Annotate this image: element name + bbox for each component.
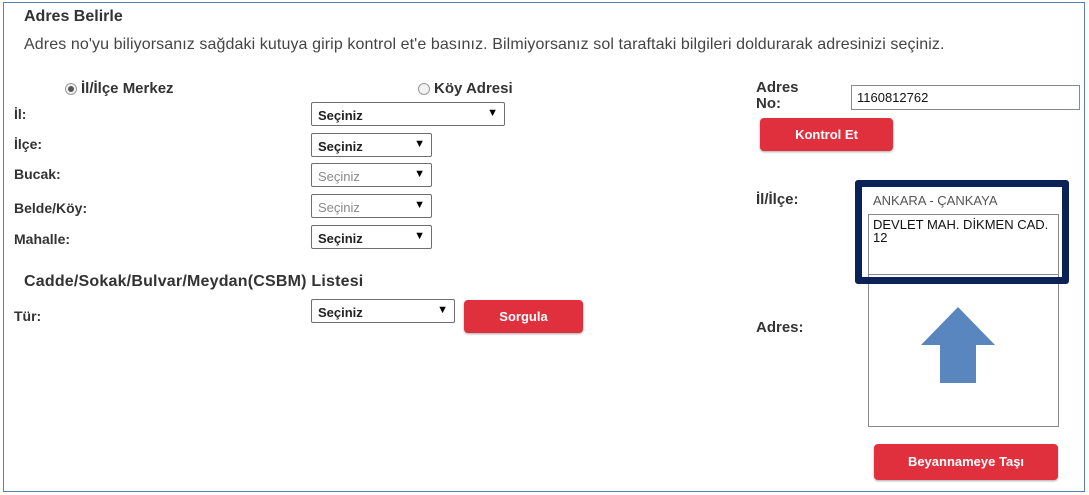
radio-unchecked-icon	[418, 82, 430, 95]
il-label: İl:	[14, 106, 27, 122]
sorgula-button[interactable]: Sorgula	[464, 300, 583, 333]
radio-il-ilce-merkez[interactable]: İl/İlçe Merkez	[65, 80, 174, 97]
section-title: Adres Belirle	[24, 8, 123, 25]
dropdown-arrow-icon: ▼	[437, 304, 448, 316]
beyannameye-tasi-button[interactable]: Beyannameye Taşı	[874, 444, 1058, 480]
adres-no-label: Adres No:	[756, 79, 799, 112]
up-arrow-icon	[921, 307, 995, 383]
il-select-value: Seçiniz	[318, 108, 363, 123]
dropdown-arrow-icon: ▼	[487, 107, 498, 119]
adres-result-value: DEVLET MAH. DİKMEN CAD. 12	[873, 217, 1049, 245]
ilce-label: İlçe:	[14, 136, 43, 152]
intro-text: Adres no'yu biliyorsanız sağdaki kutuya …	[24, 36, 945, 53]
csbm-heading: Cadde/Sokak/Bulvar/Meydan(CSBM) Listesi	[24, 273, 364, 290]
radio-checked-icon	[65, 82, 77, 95]
radio-koy-label: Köy Adresi	[434, 80, 513, 97]
dropdown-arrow-icon: ▼	[414, 199, 425, 211]
adres-no-input[interactable]: 1160812762	[851, 85, 1080, 110]
belde-select-value: Seçiniz	[318, 200, 360, 215]
tur-select[interactable]: Seçiniz ▼	[311, 299, 455, 323]
tur-select-value: Seçiniz	[318, 305, 363, 320]
mahalle-select[interactable]: Seçiniz ▼	[311, 225, 432, 249]
dropdown-arrow-icon: ▼	[414, 230, 425, 242]
ilce-select-value: Seçiniz	[318, 139, 363, 154]
bucak-select[interactable]: Seçiniz ▼	[311, 163, 432, 187]
tur-label: Tür:	[14, 308, 42, 324]
dropdown-arrow-icon: ▼	[414, 168, 425, 180]
kontrol-et-button[interactable]: Kontrol Et	[760, 118, 893, 151]
radio-koy-adresi[interactable]: Köy Adresi	[418, 80, 513, 97]
adres-result-label: Adres:	[756, 319, 804, 336]
il-ilce-result-value: ANKARA - ÇANKAYA	[873, 193, 998, 208]
mahalle-label: Mahalle:	[14, 231, 71, 247]
radio-merkez-label: İl/İlçe Merkez	[81, 80, 174, 97]
bucak-select-value: Seçiniz	[318, 169, 360, 184]
belde-koy-select[interactable]: Seçiniz ▼	[311, 194, 432, 218]
ilce-select[interactable]: Seçiniz ▼	[311, 133, 432, 157]
bucak-label: Bucak:	[14, 166, 61, 182]
dropdown-arrow-icon: ▼	[414, 138, 425, 150]
belde-koy-label: Belde/Köy:	[14, 200, 88, 216]
il-ilce-result-label: İl/İlçe:	[756, 191, 799, 208]
mahalle-select-value: Seçiniz	[318, 231, 363, 246]
il-select[interactable]: Seçiniz ▼	[311, 102, 505, 126]
